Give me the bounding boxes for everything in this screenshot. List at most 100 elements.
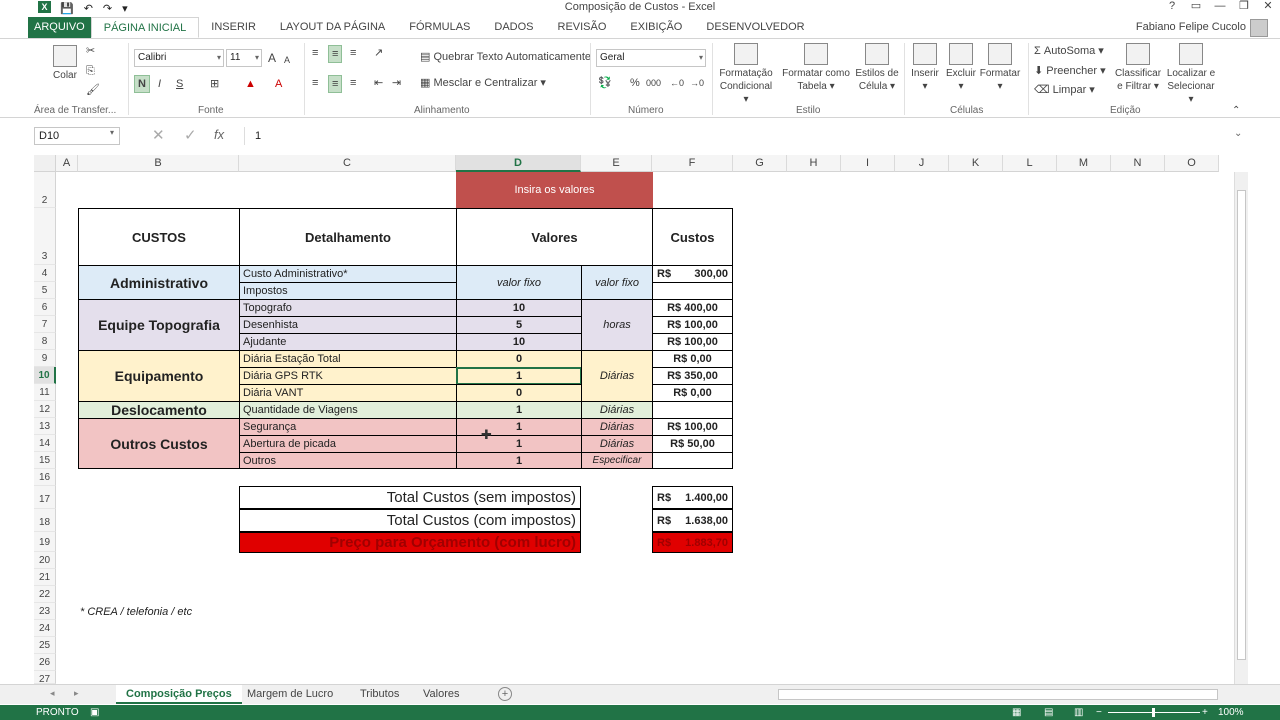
cancel-icon[interactable]: ✕ xyxy=(152,126,165,144)
align-bottom-icon[interactable]: ≡ xyxy=(350,45,356,61)
avatar[interactable] xyxy=(1250,19,1268,37)
restore-icon[interactable]: ❐ xyxy=(1232,0,1256,16)
sheet-tab-valores[interactable]: Valores xyxy=(413,685,469,704)
font-size-select[interactable]: 11 ▾ xyxy=(226,49,262,67)
decrease-indent-icon[interactable]: ⇤ xyxy=(374,75,383,91)
value-cell[interactable]: 1 xyxy=(456,418,582,436)
row-header-8[interactable]: 8 xyxy=(34,333,56,350)
italic-button[interactable]: I xyxy=(158,76,161,92)
cost-cell[interactable] xyxy=(652,401,733,419)
decrease-decimal-icon[interactable]: →0 xyxy=(690,75,704,91)
value-cell[interactable]: 0 xyxy=(456,350,582,368)
cost-cell[interactable]: R$ 300,00 xyxy=(652,265,733,283)
cost-cell[interactable]: R$ 400,00 xyxy=(652,299,733,317)
close-icon[interactable]: ✕ xyxy=(1256,0,1280,16)
unit-cell[interactable]: Diárias xyxy=(581,401,653,419)
detail-cell[interactable]: Abertura de picada xyxy=(239,435,457,453)
col-header-D[interactable]: D xyxy=(456,155,581,172)
value-cell[interactable]: valor fixo xyxy=(456,265,582,300)
total-com-impostos-value[interactable]: R$ 1.638,00 xyxy=(652,509,733,532)
page-layout-view-icon[interactable]: ▤ xyxy=(1044,705,1053,720)
user-name[interactable]: Fabiano Felipe Cucolo xyxy=(1136,17,1246,38)
fill-button[interactable]: ⬇ Preencher ▾ xyxy=(1034,63,1106,79)
name-box-dropdown-icon[interactable]: ▾ xyxy=(110,128,114,137)
zoom-out-icon[interactable]: − xyxy=(1096,705,1102,720)
col-header-H[interactable]: H xyxy=(787,155,841,172)
row-header-14[interactable]: 14 xyxy=(34,435,56,452)
value-cell[interactable]: 10 xyxy=(456,333,582,351)
currency-icon[interactable]: 💱 xyxy=(598,75,612,91)
add-sheet-icon[interactable]: + xyxy=(498,687,512,701)
row-header-22[interactable]: 22 xyxy=(34,586,56,603)
tab-formulas[interactable]: FÓRMULAS xyxy=(397,17,482,38)
minimize-icon[interactable]: — xyxy=(1208,0,1232,16)
col-header-F[interactable]: F xyxy=(652,155,733,172)
row-header-10[interactable]: 10 xyxy=(34,367,56,384)
bold-button[interactable]: N xyxy=(134,75,150,93)
detail-cell[interactable]: Diária VANT xyxy=(239,384,457,402)
delete-cells-button[interactable]: Excluir ▾ xyxy=(944,43,978,93)
font-name-select[interactable]: Calibri ▾ xyxy=(134,49,224,67)
number-format-select[interactable]: Geral ▾ xyxy=(596,49,706,67)
detail-cell[interactable]: Ajudante xyxy=(239,333,457,351)
tab-revisao[interactable]: REVISÃO xyxy=(546,17,619,38)
row-header-17[interactable]: 17 xyxy=(34,486,56,509)
row-header-15[interactable]: 15 xyxy=(34,452,56,469)
input-banner[interactable]: Insira os valores xyxy=(456,172,653,208)
sheet-tab-tributos[interactable]: Tributos xyxy=(350,685,409,704)
increase-decimal-icon[interactable]: ←0 xyxy=(670,75,684,91)
clear-button[interactable]: ⌫ Limpar ▾ xyxy=(1034,82,1095,98)
row-header-21[interactable]: 21 xyxy=(34,569,56,586)
row-header-2[interactable]: 2 xyxy=(34,172,56,208)
cell-styles-button[interactable]: Estilos de Célula ▾ xyxy=(854,43,900,93)
detail-cell[interactable]: Diária Estação Total xyxy=(239,350,457,368)
header-custos[interactable]: CUSTOS xyxy=(78,208,240,266)
col-header-E[interactable]: E xyxy=(581,155,652,172)
preco-orcamento-value[interactable]: R$ 1.883,70 xyxy=(652,532,733,553)
col-header-L[interactable]: L xyxy=(1003,155,1057,172)
select-all-corner[interactable] xyxy=(34,155,56,172)
row-header-16[interactable]: 16 xyxy=(34,469,56,486)
vertical-scroll-thumb[interactable] xyxy=(1237,190,1246,660)
macro-record-icon[interactable]: ▣ xyxy=(90,705,99,720)
tab-desenvolvedor[interactable]: DESENVOLVEDOR xyxy=(694,17,816,38)
active-cell-D10[interactable]: 1 xyxy=(456,367,582,385)
row-header-25[interactable]: 25 xyxy=(34,637,56,654)
conditional-format-button[interactable]: Formatação Condicional ▾ xyxy=(716,43,776,106)
row-header-3[interactable]: 3 xyxy=(34,208,56,265)
row-header-7[interactable]: 7 xyxy=(34,316,56,333)
row-header-23[interactable]: 23 xyxy=(34,603,56,620)
align-top-icon[interactable]: ≡ xyxy=(312,45,318,61)
value-cell[interactable]: 1 xyxy=(456,401,582,419)
underline-button[interactable]: S xyxy=(176,76,183,92)
expand-formula-icon[interactable]: ⌄ xyxy=(1234,128,1242,139)
ribbon-display-icon[interactable]: ▭ xyxy=(1184,0,1208,16)
col-header-A[interactable]: A xyxy=(56,155,78,172)
increase-indent-icon[interactable]: ⇥ xyxy=(392,75,401,91)
value-cell[interactable]: 10 xyxy=(456,299,582,317)
detail-cell[interactable]: Quantidade de Viagens xyxy=(239,401,457,419)
detail-cell[interactable]: Diária GPS RTK xyxy=(239,367,457,385)
grow-font-button[interactable]: A xyxy=(268,50,276,66)
cost-cell[interactable] xyxy=(652,452,733,469)
row-header-6[interactable]: 6 xyxy=(34,299,56,316)
unit-cell[interactable]: Especificar xyxy=(581,452,653,469)
row-header-24[interactable]: 24 xyxy=(34,620,56,637)
col-header-G[interactable]: G xyxy=(733,155,787,172)
tab-pagina-inicial[interactable]: PÁGINA INICIAL xyxy=(90,17,200,38)
format-cells-button[interactable]: Formatar ▾ xyxy=(978,43,1022,93)
align-left-icon[interactable]: ≡ xyxy=(312,75,318,91)
tab-layout[interactable]: LAYOUT DA PÁGINA xyxy=(268,17,397,38)
wrap-text-button[interactable]: ▤ Quebrar Texto Automaticamente xyxy=(420,49,591,65)
row-header-26[interactable]: 26 xyxy=(34,654,56,671)
unit-cell[interactable]: valor fixo xyxy=(581,265,653,300)
header-custos-col[interactable]: Custos xyxy=(652,208,733,266)
copy-icon[interactable]: ⎘ xyxy=(86,63,95,79)
cut-icon[interactable]: ✂ xyxy=(86,43,95,59)
percent-button[interactable]: % xyxy=(630,75,640,91)
unit-cell[interactable]: horas xyxy=(581,299,653,351)
font-color-icon[interactable]: A xyxy=(275,76,282,92)
detail-cell[interactable]: Custo Administrativo* xyxy=(239,265,457,283)
row-header-20[interactable]: 20 xyxy=(34,552,56,569)
value-cell[interactable]: 1 xyxy=(456,452,582,469)
